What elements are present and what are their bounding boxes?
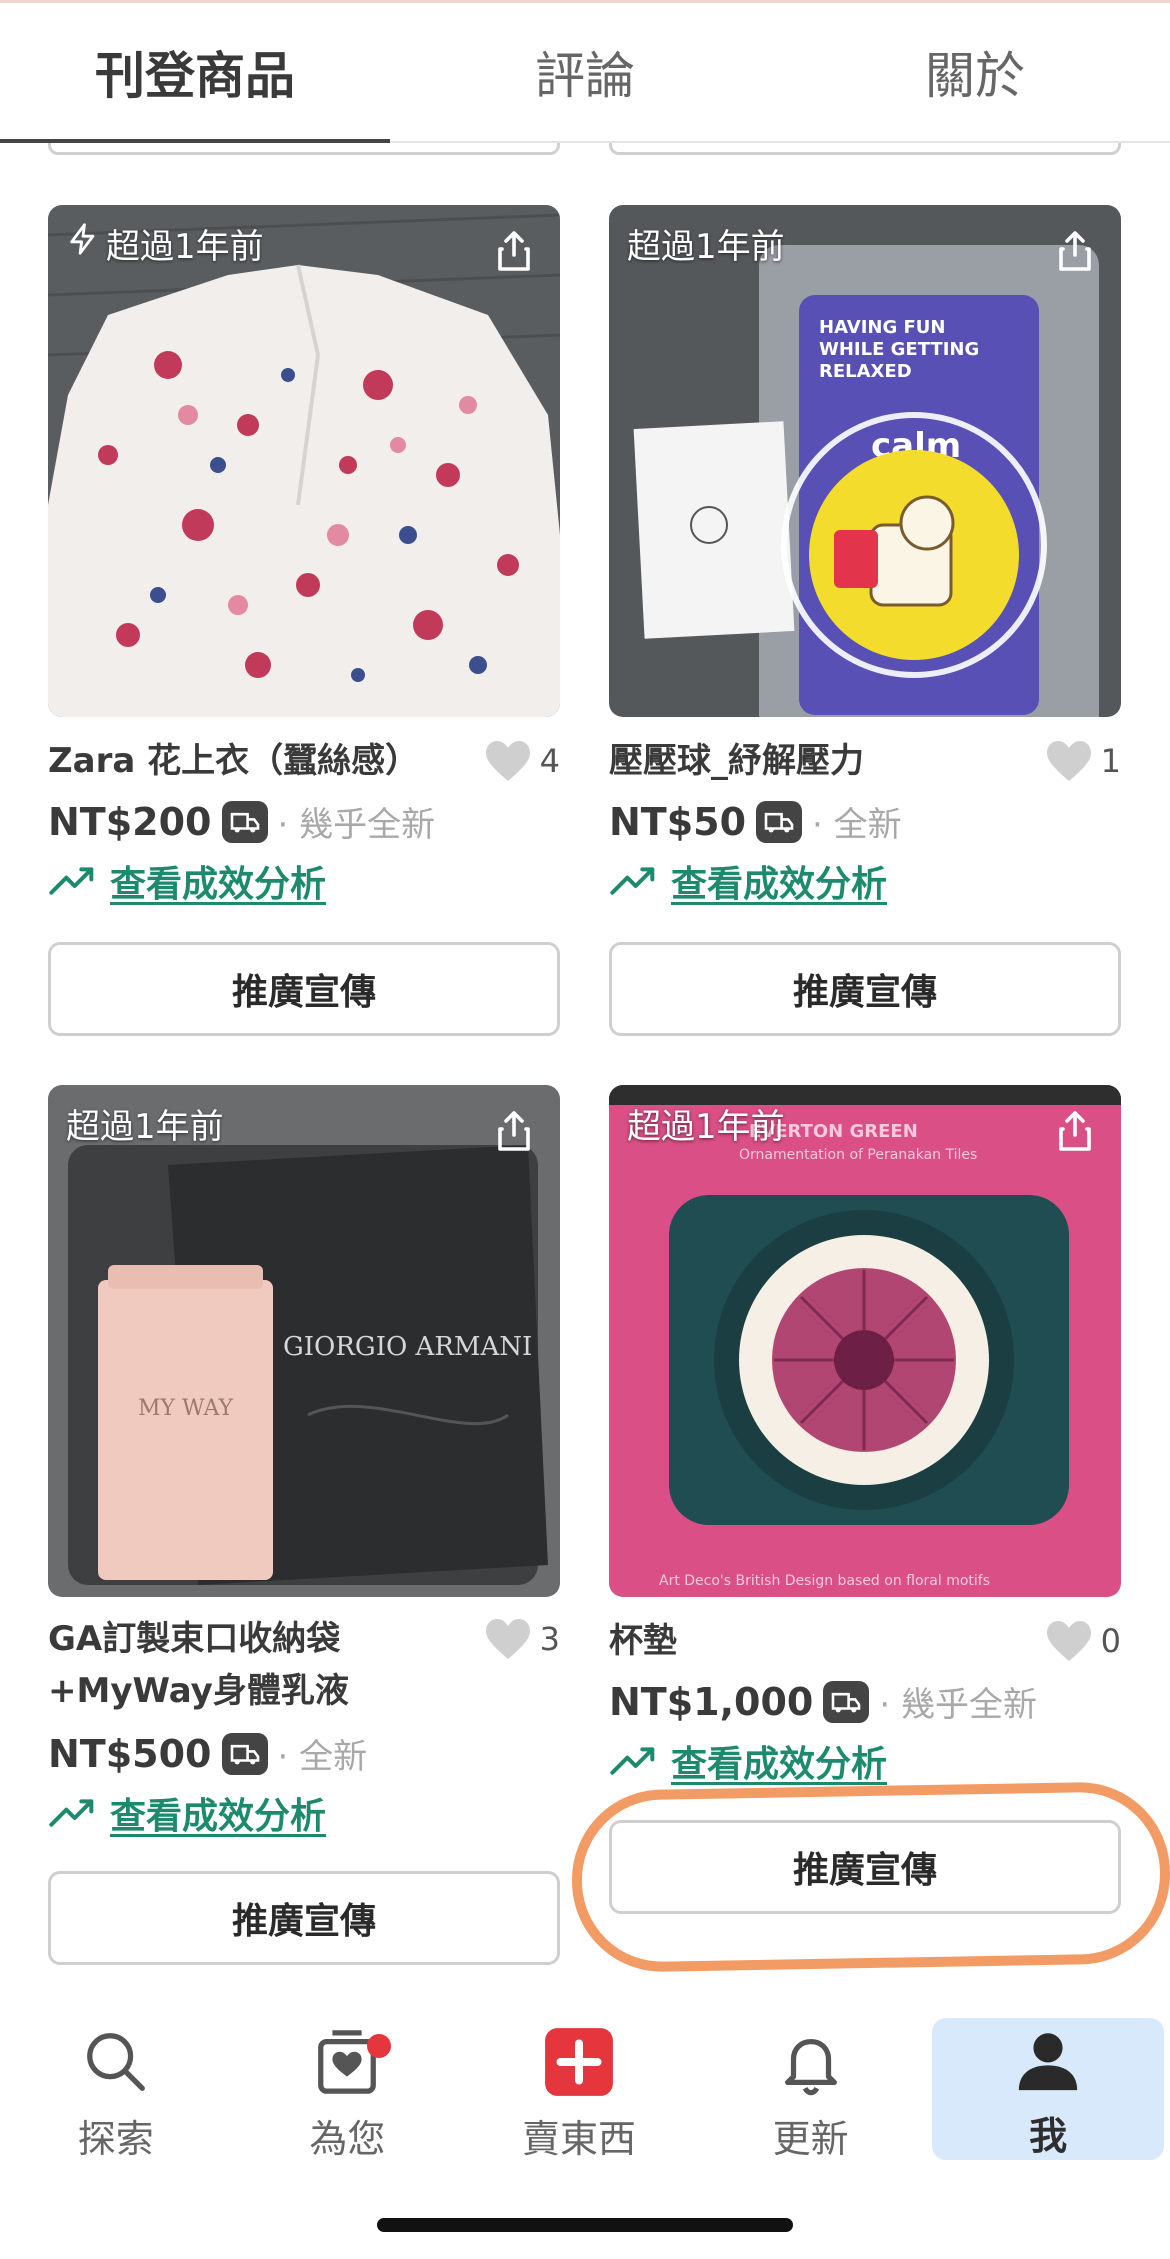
share-icon[interactable] — [1051, 227, 1099, 275]
bump-icon — [66, 222, 100, 265]
highlight-annotation — [570, 1780, 1170, 1974]
listing-age: 超過1年前 — [66, 1107, 224, 1147]
tab-about[interactable]: 關於 — [780, 3, 1170, 141]
share-icon[interactable] — [490, 227, 538, 275]
notification-dot — [367, 2034, 392, 2058]
listing-photo[interactable]: EVERTON GREEN Ornamentation of Peranakan… — [609, 1085, 1121, 1597]
shipping-icon — [756, 800, 803, 843]
trend-up-icon — [610, 1747, 655, 1775]
like-count[interactable]: 1 — [1045, 739, 1121, 783]
listing-condition: · 全新 — [277, 1737, 368, 1777]
heart-icon — [1046, 1621, 1091, 1661]
listing-card[interactable]: 超過1年前 Zara 花上衣（蠶絲感） 4 NT$200 · 幾乎全新 查看成效… — [48, 205, 560, 1036]
sell-plus-icon — [539, 2022, 619, 2102]
shipping-icon — [221, 1732, 268, 1775]
promote-button[interactable]: 推廣宣傳 — [48, 1871, 560, 1965]
for-you-icon — [307, 2022, 392, 2102]
like-count[interactable]: 0 — [1045, 1619, 1121, 1663]
listing-price: NT$200 — [48, 799, 212, 844]
listing-condition: · 全新 — [812, 805, 902, 845]
listing-photo[interactable]: 超過1年前 — [48, 205, 560, 717]
nav-for-you[interactable]: 為您 — [232, 2010, 464, 2180]
search-icon — [76, 2022, 156, 2102]
photo-caption: Ornamentation of Peranakan Tiles — [739, 1147, 977, 1163]
bell-icon — [771, 2022, 851, 2102]
listing-card[interactable]: MY WAY GIORGIO ARMANI 超過1年前 GA訂製束口收納袋 +M… — [48, 1085, 560, 1965]
photo-caption: HAVING FUN — [819, 317, 945, 338]
listing-price: NT$500 — [48, 1731, 212, 1776]
share-icon[interactable] — [1051, 1107, 1099, 1155]
shipping-icon — [823, 1680, 870, 1723]
listing-title[interactable]: GA訂製束口收納袋 +MyWay身體乳液 — [48, 1613, 349, 1717]
listing-age: 超過1年前 — [627, 1107, 785, 1147]
photo-caption: Art Deco's British Design based on flora… — [659, 1573, 990, 1589]
profile-icon — [1008, 2022, 1088, 2099]
listing-title[interactable]: Zara 花上衣（蠶絲感） — [48, 735, 419, 787]
promote-button[interactable]: 推廣宣傳 — [48, 942, 560, 1036]
photo-caption: RELAXED — [819, 361, 912, 382]
trend-up-icon — [49, 1799, 94, 1827]
listing-photo[interactable]: HAVING FUN WHILE GETTING RELAXED calm 超過… — [609, 205, 1121, 717]
insights-link[interactable]: 查看成效分析 — [609, 1735, 887, 1787]
profile-tabs: 刊登商品 評論 關於 — [0, 3, 1170, 143]
listing-title[interactable]: 壓壓球_紓解壓力 — [609, 735, 864, 787]
like-count[interactable]: 4 — [484, 739, 560, 783]
heart-icon — [485, 1619, 530, 1659]
bottom-nav: 探索 為您 賣東西 更新 我 — [0, 2010, 1170, 2180]
heart-icon — [1046, 741, 1091, 781]
nav-updates[interactable]: 更新 — [695, 2010, 927, 2180]
listing-condition: · 幾乎全新 — [277, 805, 436, 845]
home-indicator — [377, 2218, 793, 2232]
nav-explore[interactable]: 探索 — [0, 2010, 232, 2180]
photo-caption: WHILE GETTING — [819, 339, 979, 360]
like-count[interactable]: 3 — [484, 1617, 560, 1661]
nav-me[interactable]: 我 — [932, 2018, 1164, 2160]
nav-sell[interactable]: 賣東西 — [463, 2010, 695, 2180]
insights-link[interactable]: 查看成效分析 — [48, 855, 326, 907]
tab-listings[interactable]: 刊登商品 — [0, 3, 390, 143]
listing-age: 超過1年前 — [627, 227, 785, 267]
tab-reviews[interactable]: 評論 — [390, 3, 780, 141]
insights-link[interactable]: 查看成效分析 — [48, 1787, 326, 1839]
shipping-icon — [221, 800, 268, 843]
trend-up-icon — [610, 867, 655, 895]
insights-link[interactable]: 查看成效分析 — [609, 855, 887, 907]
heart-icon — [485, 741, 530, 781]
listing-card[interactable]: HAVING FUN WHILE GETTING RELAXED calm 超過… — [609, 205, 1121, 1036]
listing-title[interactable]: 杯墊 — [609, 1615, 677, 1667]
listing-price: NT$1,000 — [609, 1679, 814, 1724]
trend-up-icon — [49, 867, 94, 895]
promote-button[interactable]: 推廣宣傳 — [609, 942, 1121, 1036]
photo-caption: MY WAY — [138, 1396, 234, 1421]
listing-age: 超過1年前 — [66, 219, 264, 268]
photo-caption: GIORGIO ARMANI — [283, 1332, 532, 1362]
listing-photo[interactable]: MY WAY GIORGIO ARMANI 超過1年前 — [48, 1085, 560, 1597]
listing-price: NT$50 — [609, 799, 747, 844]
share-icon[interactable] — [490, 1107, 538, 1155]
listing-condition: · 幾乎全新 — [879, 1685, 1037, 1725]
